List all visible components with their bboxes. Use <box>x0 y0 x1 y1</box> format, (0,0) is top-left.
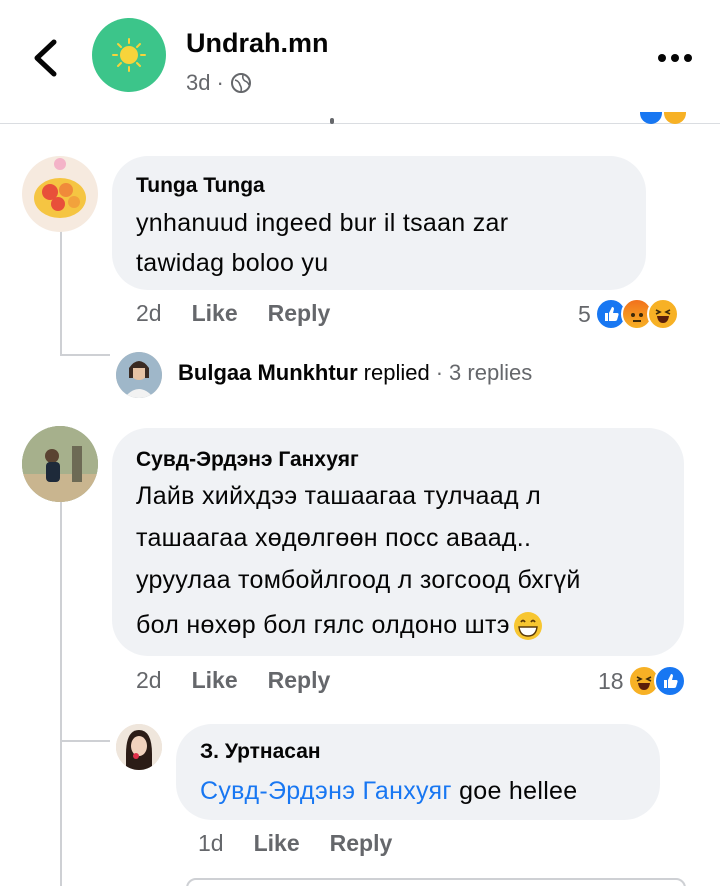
comment-author[interactable]: Tunga Tunga <box>136 174 265 198</box>
like-button[interactable]: Like <box>192 667 238 694</box>
like-icon <box>653 665 686 697</box>
page-name[interactable]: Undrah.mn <box>186 28 329 59</box>
meta-separator: · <box>216 70 224 95</box>
thread-line <box>60 740 110 742</box>
page-avatar[interactable] <box>92 18 166 92</box>
replier-avatar[interactable] <box>116 352 162 398</box>
comment-text: бол нөхөр бол гялс олдоно штэ <box>136 611 510 639</box>
comment-actions: 2d Like Reply <box>136 667 330 694</box>
post-meta: 3d · <box>186 70 252 96</box>
reply-button[interactable]: Reply <box>268 300 331 327</box>
comment-text-line: Лайв хийхдээ ташаагаа тулчаад л <box>136 482 541 510</box>
like-button[interactable]: Like <box>254 830 300 857</box>
like-button[interactable]: Like <box>192 300 238 327</box>
more-options-icon[interactable] <box>658 54 692 62</box>
reaction-count: 5 <box>578 300 591 327</box>
replies-separator: · <box>435 360 444 385</box>
reply-button[interactable]: Reply <box>330 830 393 857</box>
comment-actions: 2d Like Reply <box>136 300 330 327</box>
replies-summary[interactable]: Bulgaa Munkhtur replied · 3 replies <box>178 360 532 386</box>
post-time[interactable]: 3d <box>186 70 210 96</box>
comment-text-line: ynhanuud ingeed bur il tsaan zar <box>136 209 509 237</box>
person-avatar-icon <box>116 352 162 398</box>
reply-author-avatar[interactable] <box>116 724 162 770</box>
reaction-count: 18 <box>598 667 624 694</box>
grinning-emoji-icon <box>513 611 542 640</box>
mention-link[interactable]: Сувд-Эрдэнэ Ганхуяг <box>200 777 452 805</box>
thread-line <box>60 218 62 356</box>
partial-text-fragment <box>330 118 334 124</box>
comment-text-line: ташаагаа хөдөлгөөн посс аваад.. <box>136 524 532 552</box>
outdoor-photo-avatar-icon <box>22 426 98 502</box>
reply-text: Сувд-Эрдэнэ Ганхуяг goe hellee <box>200 771 577 812</box>
commenter-avatar[interactable] <box>22 156 98 232</box>
comment-text-line: уруулаа томбойлгоод л зогсоод бхгүй <box>136 566 581 594</box>
replied-label: replied <box>363 360 430 385</box>
commenter-avatar[interactable] <box>22 426 98 502</box>
post-header: Undrah.mn 3d · <box>0 0 720 124</box>
reply-button[interactable]: Reply <box>268 667 331 694</box>
thread-line <box>60 354 110 356</box>
reply-time[interactable]: 1d <box>198 830 224 857</box>
reply-actions: 1d Like Reply <box>198 830 392 857</box>
fruit-avatar-icon <box>34 158 86 218</box>
comment-text-line: tawidag boloo yu <box>136 249 329 277</box>
haha-icon <box>646 298 679 330</box>
comment-time[interactable]: 2d <box>136 300 162 327</box>
replier-name: Bulgaa Munkhtur <box>178 360 358 385</box>
sun-logo-icon <box>112 38 146 72</box>
replies-count: 3 replies <box>449 360 533 385</box>
partial-haha-icon <box>664 112 686 124</box>
reaction-summary[interactable]: 5 <box>578 298 679 330</box>
globe-icon <box>230 73 251 93</box>
comment-text-line-with-emoji: бол нөхөр бол гялс олдоно штэ <box>136 605 544 646</box>
reply-body: goe hellee <box>451 777 578 805</box>
reply-author[interactable]: З. Уртнасан <box>200 740 321 764</box>
reaction-summary[interactable]: 18 <box>598 665 686 697</box>
thread-line <box>60 502 62 886</box>
comment-time[interactable]: 2d <box>136 667 162 694</box>
comment-author[interactable]: Сувд-Эрдэнэ Ганхуяг <box>136 448 359 472</box>
next-item-edge <box>186 878 686 886</box>
person-avatar-icon <box>116 724 162 770</box>
partial-like-icon <box>640 112 662 124</box>
back-arrow-icon[interactable] <box>28 36 62 80</box>
